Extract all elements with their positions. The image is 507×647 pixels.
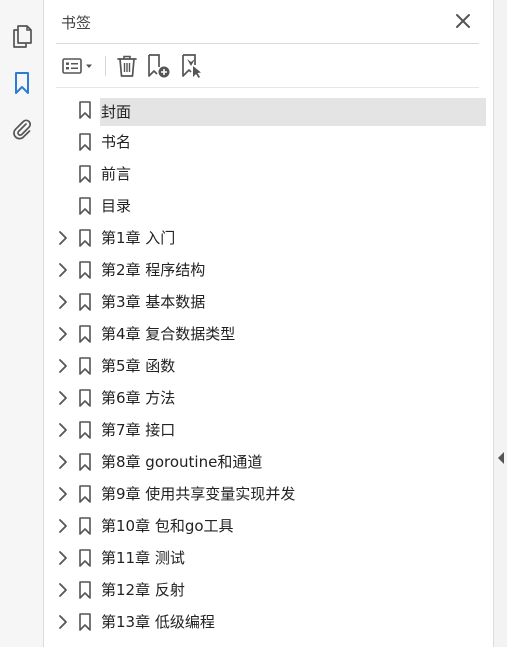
close-icon <box>456 14 470 28</box>
bookmark-icon <box>79 453 91 471</box>
bookmark-item[interactable]: 第4章 复合数据类型 <box>44 319 493 349</box>
bookmark-icon <box>79 357 91 375</box>
panel-resize-strip[interactable] <box>493 0 507 647</box>
chevron-right-icon[interactable] <box>56 550 70 566</box>
bookmark-item[interactable]: 第1章 入门 <box>44 223 493 253</box>
bookmark-item[interactable]: 第13章 低级编程 <box>44 607 493 637</box>
bookmark-icon <box>79 485 91 503</box>
bookmark-icon <box>79 549 91 567</box>
bookmark-label[interactable]: 第3章 基本数据 <box>101 290 205 314</box>
new-bookmark-button[interactable] <box>144 52 174 80</box>
chevron-right-icon[interactable] <box>56 614 70 630</box>
bookmark-label[interactable]: 第5章 函数 <box>101 354 175 378</box>
bookmark-item[interactable]: 第2章 程序结构 <box>44 255 493 285</box>
delete-icon <box>117 55 137 77</box>
bookmarks-app: 书签 封面 书名 前言 目录 第1章 入门 第2章 程序结构 第3章 基本数据 … <box>0 0 507 647</box>
bookmark-label[interactable]: 第13章 低级编程 <box>101 610 215 634</box>
toolbar-divider <box>56 87 479 88</box>
chevron-right-icon[interactable] <box>56 326 70 342</box>
bookmark-label[interactable]: 第9章 使用共享变量实现并发 <box>101 482 295 506</box>
selection-highlight <box>100 98 486 126</box>
bookmark-label[interactable]: 第4章 复合数据类型 <box>101 322 235 346</box>
bookmark-label[interactable]: 第10章 包和go工具 <box>101 514 234 538</box>
bookmark-item[interactable]: 第11章 测试 <box>44 543 493 573</box>
bookmark-item[interactable]: 第9章 使用共享变量实现并发 <box>44 479 493 509</box>
bookmark-item[interactable]: 第12章 反射 <box>44 575 493 605</box>
bookmark-icon <box>79 581 91 599</box>
chevron-right-icon[interactable] <box>56 486 70 502</box>
bookmark-label[interactable]: 第8章 goroutine和通道 <box>101 450 262 474</box>
bookmarks-panel-button[interactable] <box>7 68 37 98</box>
bookmark-item[interactable]: 第8章 goroutine和通道 <box>44 447 493 477</box>
bookmark-label[interactable]: 封面 <box>101 100 131 124</box>
navigation-rail <box>0 0 44 647</box>
bookmark-label[interactable]: 前言 <box>101 162 131 186</box>
chevron-right-icon[interactable] <box>56 390 70 406</box>
bookmark-icon <box>15 72 29 94</box>
bookmark-item[interactable]: 第10章 包和go工具 <box>44 511 493 541</box>
bookmark-item[interactable]: 封面 <box>44 95 493 126</box>
chevron-right-icon[interactable] <box>56 294 70 310</box>
attachment-icon <box>13 119 32 140</box>
bookmark-label[interactable]: 书名 <box>101 130 131 154</box>
bookmark-label[interactable]: 第11章 测试 <box>101 546 185 570</box>
bookmark-icon <box>79 421 91 439</box>
bookmark-icon <box>79 197 91 215</box>
chevron-right-icon[interactable] <box>56 582 70 598</box>
chevron-right-icon[interactable] <box>56 454 70 470</box>
bookmark-icon <box>79 229 91 247</box>
chevron-right-icon[interactable] <box>56 518 70 534</box>
chevron-right-icon[interactable] <box>56 422 70 438</box>
close-panel-button[interactable] <box>454 12 472 30</box>
bookmark-item[interactable]: 第7章 接口 <box>44 415 493 445</box>
bookmark-label[interactable]: 第7章 接口 <box>101 418 175 442</box>
bookmark-icon <box>79 613 91 631</box>
bookmark-icon <box>79 517 91 535</box>
bookmark-icon <box>79 325 91 343</box>
bookmark-icon <box>79 165 91 183</box>
chevron-right-icon[interactable] <box>56 358 70 374</box>
bookmarks-toolbar <box>56 50 479 82</box>
bookmark-from-selection-icon <box>182 54 201 78</box>
attachments-panel-button[interactable] <box>7 114 37 144</box>
new-bookmark-icon <box>148 54 170 78</box>
bookmark-item[interactable]: 第6章 方法 <box>44 383 493 413</box>
bookmark-icon <box>79 133 91 151</box>
options-menu-icon <box>62 58 92 74</box>
chevron-right-icon[interactable] <box>56 230 70 246</box>
bookmark-label[interactable]: 第12章 反射 <box>101 578 185 602</box>
bookmark-item[interactable]: 目录 <box>44 191 493 221</box>
bookmark-label[interactable]: 目录 <box>101 194 131 218</box>
bookmark-label[interactable]: 第1章 入门 <box>101 226 175 250</box>
panel-title: 书签 <box>61 14 92 32</box>
bookmark-icon <box>79 101 91 119</box>
bookmark-from-selection-button[interactable] <box>177 52 207 80</box>
bookmark-item[interactable]: 第5章 函数 <box>44 351 493 381</box>
bookmark-label[interactable]: 第2章 程序结构 <box>101 258 205 282</box>
bookmark-label[interactable]: 第6章 方法 <box>101 386 175 410</box>
bookmarks-panel: 书签 封面 书名 前言 目录 第1章 入门 第2章 程序结构 第3章 基本数据 … <box>44 0 493 647</box>
bookmark-item[interactable]: 书名 <box>44 127 493 157</box>
delete-bookmark-button[interactable] <box>112 52 142 80</box>
bookmark-icon <box>79 389 91 407</box>
options-menu-button[interactable] <box>60 52 98 80</box>
pages-icon <box>13 25 32 48</box>
collapse-arrow-icon[interactable] <box>497 452 505 464</box>
bookmark-item[interactable]: 前言 <box>44 159 493 189</box>
header-divider <box>56 43 479 44</box>
bookmark-icon <box>79 293 91 311</box>
bookmark-item[interactable]: 第3章 基本数据 <box>44 287 493 317</box>
pages-panel-button[interactable] <box>7 21 37 51</box>
chevron-right-icon[interactable] <box>56 262 70 278</box>
bookmark-icon <box>79 261 91 279</box>
toolbar-separator <box>105 56 106 76</box>
panel-header: 书签 <box>44 0 493 44</box>
